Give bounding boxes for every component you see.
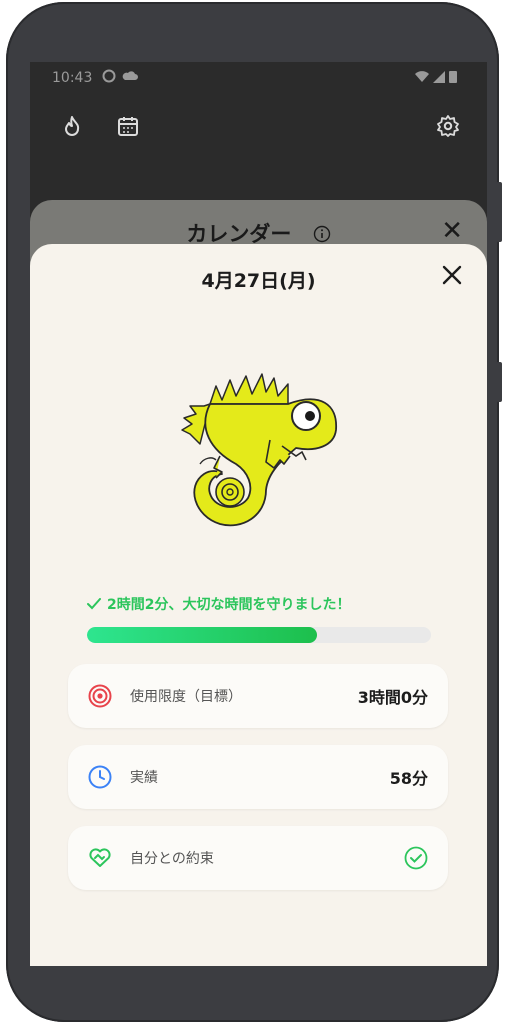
actual-label: 実績 bbox=[130, 770, 158, 786]
sync-icon bbox=[102, 69, 116, 83]
clock-icon bbox=[88, 765, 112, 789]
battery-icon bbox=[449, 71, 457, 83]
success-message-text: 2時間2分、大切な時間を守りました！ bbox=[107, 597, 351, 613]
usage-progress-bar bbox=[87, 627, 431, 643]
limit-value: 3時間0分 bbox=[357, 688, 428, 707]
phone-frame: 10:43 カレンダー ✕ 4月27日(月) 2時間2分、大切な時間を守りました… bbox=[6, 2, 502, 1022]
limit-label: 使用限度（目標） bbox=[130, 689, 242, 705]
sheet-date: 4月27日(月) bbox=[201, 270, 316, 292]
success-message: 2時間2分、大切な時間を守りました！ bbox=[87, 594, 350, 614]
checkmark-icon bbox=[87, 598, 101, 610]
calendar-icon[interactable] bbox=[116, 114, 140, 138]
actual-value: 58分 bbox=[389, 769, 428, 788]
volume-button bbox=[496, 182, 502, 242]
promise-label: 自分との約束 bbox=[130, 851, 214, 867]
promise-card: 自分との約束 bbox=[68, 826, 448, 890]
flame-icon[interactable] bbox=[60, 114, 84, 138]
close-icon[interactable] bbox=[441, 264, 463, 286]
power-button bbox=[496, 362, 502, 402]
limit-card: 使用限度（目標） 3時間0分 bbox=[68, 664, 448, 728]
check-circle-icon bbox=[404, 846, 428, 870]
status-time: 10:43 bbox=[52, 70, 93, 86]
calendar-title-text: カレンダー bbox=[186, 222, 292, 246]
wifi-icon bbox=[415, 70, 429, 82]
info-icon[interactable] bbox=[313, 225, 331, 243]
actual-card: 実績 58分 bbox=[68, 745, 448, 809]
screen: 10:43 カレンダー ✕ 4月27日(月) 2時間2分、大切な時間を守りました… bbox=[30, 62, 487, 966]
day-detail-sheet: 4月27日(月) 2時間2分、大切な時間を守りました！ 使用限度（目標） 3時間… bbox=[30, 244, 487, 966]
cloud-icon bbox=[122, 71, 138, 80]
usage-progress-fill bbox=[87, 627, 318, 643]
signal-icon bbox=[433, 70, 445, 83]
status-bar: 10:43 bbox=[30, 62, 487, 94]
heart-handshake-icon bbox=[89, 848, 111, 867]
gear-icon[interactable] bbox=[436, 114, 460, 138]
chameleon-mascot bbox=[181, 373, 337, 527]
target-icon bbox=[88, 684, 112, 708]
calendar-close-button[interactable]: ✕ bbox=[441, 216, 463, 246]
